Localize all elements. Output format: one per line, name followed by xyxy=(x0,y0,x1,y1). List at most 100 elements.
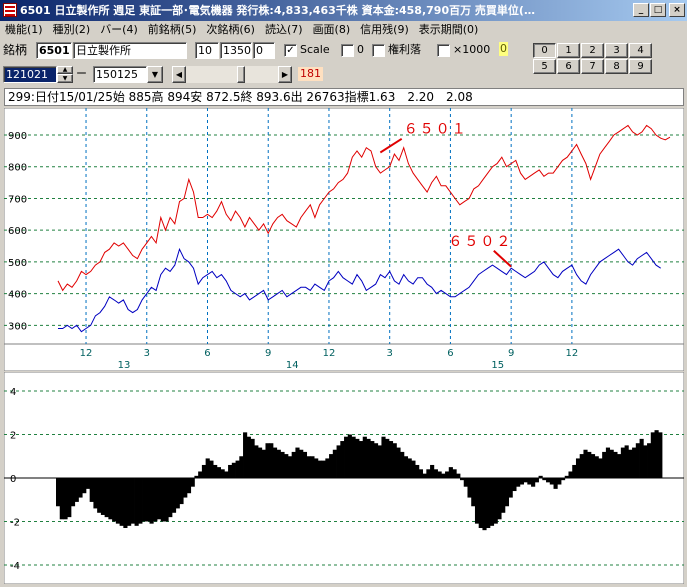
param2-field[interactable]: 1350 xyxy=(220,42,252,59)
menu-screen[interactable]: 画面(8) xyxy=(308,21,356,39)
num-button-2[interactable]: 2 xyxy=(581,43,604,58)
indicator-bar xyxy=(108,478,113,520)
stock-code-field[interactable]: 6501 xyxy=(36,42,72,59)
num-button-1[interactable]: 1 xyxy=(557,43,580,58)
close-button[interactable]: × xyxy=(669,3,685,17)
num-button-4[interactable]: 4 xyxy=(629,43,652,58)
indicator-bar xyxy=(130,478,135,524)
minimize-button[interactable]: _ xyxy=(633,3,649,17)
year-label: 13 xyxy=(118,360,131,371)
indicator-bar xyxy=(56,478,61,507)
indicator-bar xyxy=(138,478,143,524)
y-tick-label: 400 xyxy=(8,290,27,301)
x1000-label: ×1000 xyxy=(453,43,491,56)
indicator-bar xyxy=(553,478,558,489)
indicator-bar xyxy=(85,478,91,489)
menu-type[interactable]: 種別(2) xyxy=(48,21,96,39)
indicator-bar xyxy=(486,478,491,528)
indicator-bar xyxy=(557,478,562,485)
indicator-bar xyxy=(239,456,244,478)
indicator-bar xyxy=(572,464,577,478)
indicator-bar xyxy=(497,478,502,520)
num-button-8[interactable]: 8 xyxy=(605,59,628,74)
indicator-bar xyxy=(344,436,349,478)
end-date-field[interactable]: 150125 xyxy=(93,66,147,83)
kenri-checkbox[interactable] xyxy=(372,44,385,57)
indicator-bar xyxy=(534,478,539,483)
app-icon[interactable] xyxy=(3,3,17,17)
indicator-bar xyxy=(561,478,566,481)
indicator-bar xyxy=(340,441,345,478)
num-button-3[interactable]: 3 xyxy=(605,43,628,58)
dropdown-arrow-icon[interactable]: ▼ xyxy=(147,66,163,83)
code-label: 銘柄 xyxy=(3,43,28,57)
indicator-bar xyxy=(205,458,210,478)
indicator-bar xyxy=(519,478,524,485)
stock-name-field[interactable]: 日立製作所 xyxy=(73,42,187,59)
indicator-bar xyxy=(243,432,248,478)
spin-up-icon[interactable]: ▲ xyxy=(57,66,73,74)
indicator-bar xyxy=(437,471,442,478)
kenri-label: 権利落 xyxy=(388,43,421,56)
indicator-bar xyxy=(426,469,431,478)
indicator-bar xyxy=(456,473,461,478)
indicator-bar xyxy=(624,445,629,478)
slider-track[interactable] xyxy=(186,66,278,83)
indicator-bar xyxy=(377,445,382,478)
start-date-field[interactable]: 121021 xyxy=(3,66,57,83)
maximize-button[interactable]: □ xyxy=(650,3,666,17)
indicator-bar xyxy=(587,451,592,478)
x-tick-label: 9 xyxy=(508,348,514,359)
y-tick-label: 300 xyxy=(8,321,27,332)
num-button-7[interactable]: 7 xyxy=(581,59,604,74)
menu-prev-stock[interactable]: 前銘柄(5) xyxy=(143,21,202,39)
num-button-9[interactable]: 9 xyxy=(629,59,652,74)
indicator-bar xyxy=(134,478,139,526)
indicator-bar xyxy=(392,443,397,478)
menu-bar-type[interactable]: バー(4) xyxy=(95,21,143,39)
indicator-bar xyxy=(209,460,214,478)
x-tick-label: 12 xyxy=(80,348,93,359)
slider-value: 181 xyxy=(298,67,323,81)
indicator-bar xyxy=(617,454,622,478)
slider-right-icon[interactable]: ▶ xyxy=(278,66,292,83)
indicator-bar xyxy=(317,460,322,478)
indicator-bar xyxy=(153,478,158,522)
indicator-bar xyxy=(605,447,611,478)
indicator-bar xyxy=(373,443,379,478)
indicator-bar xyxy=(160,478,165,522)
indicator-bar xyxy=(523,478,528,483)
indicator-bar xyxy=(531,478,536,487)
param1-field[interactable]: 10 xyxy=(195,42,219,59)
param3-field[interactable]: 0 xyxy=(253,42,275,59)
menu-margin[interactable]: 信用残(9) xyxy=(355,21,414,39)
indicator-bar xyxy=(284,454,289,478)
indicator-bar xyxy=(647,443,652,478)
indicator-bar xyxy=(329,454,334,478)
num-button-0[interactable]: 0 xyxy=(533,43,556,58)
menu-load[interactable]: 読込(7) xyxy=(260,21,308,39)
indicator-bar xyxy=(235,460,240,478)
indicator-bar xyxy=(295,447,300,478)
menu-period[interactable]: 表示期間(0) xyxy=(414,21,484,39)
y-tick-label: 0 xyxy=(10,474,16,485)
spin-down-icon[interactable]: ▼ xyxy=(57,74,73,83)
slider-thumb[interactable] xyxy=(237,66,245,83)
menu-next-stock[interactable]: 次銘柄(6) xyxy=(201,21,260,39)
x1000-checkbox[interactable] xyxy=(437,44,450,57)
indicator-bar xyxy=(448,467,453,478)
year-label: 15 xyxy=(491,360,504,371)
scale-checkbox[interactable]: ✓ xyxy=(284,44,297,57)
y-tick-label: -2 xyxy=(10,517,20,528)
indicator-bar xyxy=(415,464,420,478)
annotation-6501: ６５０１ xyxy=(404,121,468,137)
num-button-6[interactable]: 6 xyxy=(557,59,580,74)
indicator-bar xyxy=(527,478,532,485)
indicator-bar xyxy=(422,473,427,478)
indicator-bar xyxy=(164,478,169,522)
indicator-bar xyxy=(658,432,663,478)
num-button-5[interactable]: 5 xyxy=(533,59,556,74)
menu-function[interactable]: 機能(1) xyxy=(0,21,48,39)
zero-checkbox[interactable] xyxy=(341,44,354,57)
slider-left-icon[interactable]: ◀ xyxy=(172,66,186,83)
